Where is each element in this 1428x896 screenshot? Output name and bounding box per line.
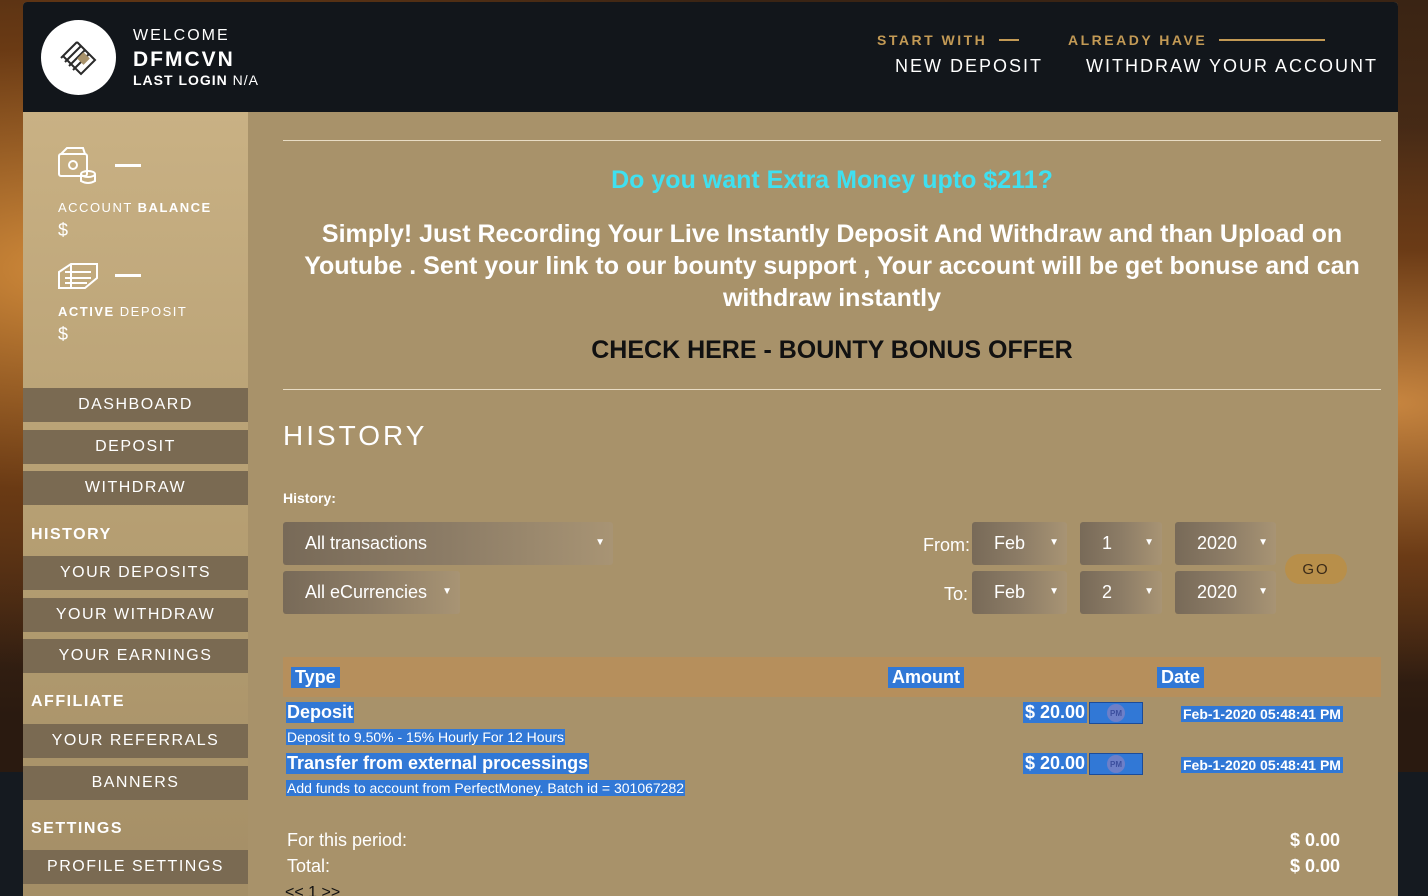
page-title: HISTORY xyxy=(283,420,428,451)
new-deposit-link[interactable]: NEW DEPOSIT xyxy=(877,56,1043,77)
dropdown-arrow-icon: ▼ xyxy=(1144,537,1154,548)
promo-title: Do you want Extra Money upto $211? xyxy=(611,166,1053,194)
ecurrency-select[interactable]: All eCurrencies ▼ xyxy=(283,571,460,614)
perfectmoney-icon: PM xyxy=(1089,753,1143,775)
table-header: Type Amount Date xyxy=(283,657,1381,697)
nav-section-affiliate: AFFILIATE xyxy=(31,693,126,710)
nav-section-settings: SETTINGS xyxy=(31,820,124,837)
column-date: Date xyxy=(1157,667,1205,688)
transaction-type-select[interactable]: All transactions ▼ xyxy=(283,522,613,565)
account-balance-value: $ xyxy=(58,220,69,240)
divider xyxy=(283,140,1381,141)
nav-deposit[interactable]: DEPOSIT xyxy=(23,430,248,464)
sidebar: ACCOUNT BALANCE $ ACTIVE DEPOSIT $ DASHB… xyxy=(23,112,248,896)
period-total-value: $ 0.00 xyxy=(1289,830,1340,850)
already-have-label: ALREADY HAVE xyxy=(1068,32,1208,48)
last-login: LAST LOGIN N/A xyxy=(133,72,259,88)
last-login-label: LAST LOGIN xyxy=(133,72,228,88)
username: DFMCVN xyxy=(133,48,235,71)
account-balance-label: ACCOUNT BALANCE xyxy=(58,200,212,215)
promo-text: Simply! Just Recording Your Live Instant… xyxy=(304,220,1360,312)
row-description: Add funds to account from PerfectMoney. … xyxy=(286,780,686,796)
grand-total-label: Total: xyxy=(287,856,331,876)
logo-diamond-icon xyxy=(59,40,96,75)
wallet-coins-icon xyxy=(58,147,96,184)
dropdown-arrow-icon: ▼ xyxy=(1258,537,1268,548)
row-date: Feb-1-2020 05:48:41 PM xyxy=(1181,757,1343,773)
to-year-select[interactable]: 2020 ▼ xyxy=(1175,571,1276,614)
active-deposit-label: ACTIVE DEPOSIT xyxy=(58,304,188,319)
period-total-label: For this period: xyxy=(287,830,408,850)
already-have-group: ALREADY HAVE WITHDRAW YOUR ACCOUNT xyxy=(1068,32,1378,77)
last-login-value: N/A xyxy=(232,72,260,88)
dropdown-arrow-icon: ▼ xyxy=(442,586,452,597)
divider xyxy=(283,389,1381,390)
divider-line xyxy=(1219,39,1326,41)
nav-your-referrals[interactable]: YOUR REFERRALS xyxy=(23,724,248,758)
start-with-label: START WITH xyxy=(877,32,988,48)
grand-total-value: $ 0.00 xyxy=(1289,856,1340,876)
history-filter-label: History: xyxy=(283,490,336,506)
to-day-select[interactable]: 2 ▼ xyxy=(1080,571,1162,614)
nav-banners[interactable]: BANNERS xyxy=(23,766,248,800)
pagination[interactable]: << 1 >> xyxy=(285,884,340,896)
cash-stack-icon xyxy=(58,263,98,289)
row-amount: $ 20.00 xyxy=(1023,753,1088,774)
nav-dashboard[interactable]: DASHBOARD xyxy=(23,388,248,422)
nav-your-withdraw[interactable]: YOUR WITHDRAW xyxy=(23,598,248,632)
from-year-select[interactable]: 2020 ▼ xyxy=(1175,522,1276,565)
go-button[interactable]: GO xyxy=(1285,554,1347,584)
row-description: Deposit to 9.50% - 15% Hourly For 12 Hou… xyxy=(286,729,566,745)
logo[interactable] xyxy=(41,20,116,95)
top-header: WELCOME DFMCVN LAST LOGIN N/A START WITH… xyxy=(23,2,1398,112)
row-amount: $ 20.00 xyxy=(1023,702,1088,723)
nav-section-history: HISTORY xyxy=(31,526,112,543)
stat-dash xyxy=(115,274,141,277)
perfectmoney-icon: PM xyxy=(1089,702,1143,724)
from-month-select[interactable]: Feb ▼ xyxy=(972,522,1067,565)
row-date: Feb-1-2020 05:48:41 PM xyxy=(1181,706,1343,722)
start-with-group: START WITH NEW DEPOSIT xyxy=(877,32,1043,77)
to-month-select[interactable]: Feb ▼ xyxy=(972,571,1067,614)
dropdown-arrow-icon: ▼ xyxy=(595,537,605,548)
nav-your-earnings[interactable]: YOUR EARNINGS xyxy=(23,639,248,673)
to-label: To: xyxy=(944,584,969,604)
main-panel: WELCOME DFMCVN LAST LOGIN N/A START WITH… xyxy=(23,2,1398,896)
row-type: Transfer from external processings xyxy=(286,753,590,774)
column-amount: Amount xyxy=(888,667,964,688)
withdraw-account-link[interactable]: WITHDRAW YOUR ACCOUNT xyxy=(1068,56,1378,77)
dropdown-arrow-icon: ▼ xyxy=(1258,586,1268,597)
dropdown-arrow-icon: ▼ xyxy=(1049,586,1059,597)
from-label: From: xyxy=(923,535,970,555)
welcome-text: WELCOME xyxy=(133,27,230,44)
nav-profile-settings[interactable]: PROFILE SETTINGS xyxy=(23,850,248,884)
active-deposit-value: $ xyxy=(58,324,69,344)
column-type: Type xyxy=(291,667,340,688)
stat-dash xyxy=(115,164,141,167)
divider-line xyxy=(999,39,1020,41)
row-type: Deposit xyxy=(286,702,355,723)
nav-withdraw[interactable]: WITHDRAW xyxy=(23,471,248,505)
dropdown-arrow-icon: ▼ xyxy=(1049,537,1059,548)
bounty-offer-link[interactable]: CHECK HERE - BOUNTY BONUS OFFER xyxy=(283,336,1381,365)
nav-your-deposits[interactable]: YOUR DEPOSITS xyxy=(23,556,248,590)
dropdown-arrow-icon: ▼ xyxy=(1144,586,1154,597)
from-day-select[interactable]: 1 ▼ xyxy=(1080,522,1162,565)
